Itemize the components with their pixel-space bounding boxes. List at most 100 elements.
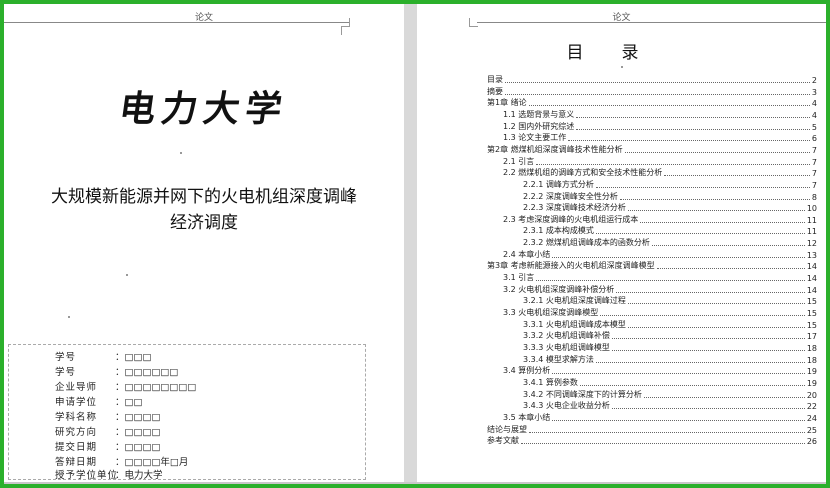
toc-entry[interactable]: 3.4.3 火电企业收益分析 22 [523,400,817,411]
cover-page: 论文 电力大学 大规模新能源并网下的火电机组深度调峰 经济调度 学号 ：□□□ 学… [4,4,404,482]
toc-entry-title: 3.4.1 算例参数 [523,377,578,387]
toc-entry-page: 4 [811,110,817,120]
toc-entry[interactable]: 3.3.3 火电机组调峰模型 18 [523,342,817,353]
toc-entry-page: 18 [806,343,817,353]
toc-entry[interactable]: 2.3.1 成本构成模式 11 [523,225,817,236]
toc-entry[interactable]: 2.3 考虑深度调峰的火电机组运行成本 11 [503,214,817,225]
toc-leader-dots [600,315,805,316]
toc-entry[interactable]: 3.3 火电机组深度调峰模型 15 [503,307,817,318]
toc-entry-page: 11 [806,215,817,225]
toc-entry-title: 3.3.2 火电机组调峰补偿 [523,331,610,341]
toc-entry[interactable]: 第1章 绪论 4 [487,97,817,108]
toc-title: 目录 [566,43,677,63]
toc-entry[interactable]: 3.3.4 模型求解方法 18 [523,354,817,365]
paragraph-mark [68,316,70,318]
toc-entry-page: 15 [806,320,817,330]
toc-entry-title: 3.2.1 火电机组深度调峰过程 [523,296,626,306]
toc-entry-page: 25 [806,425,817,435]
toc-entry[interactable]: 3.3.2 火电机组调峰补偿 17 [523,330,817,341]
toc-entry-page: 4 [811,99,817,109]
toc-leader-dots [552,256,805,258]
toc-entry-page: 12 [806,239,817,249]
toc-entry-title: 2.4 本章小结 [503,249,551,259]
margin-marker [469,18,478,27]
toc-entry[interactable]: 2.3.2 燃煤机组调峰成本的函数分析 12 [523,237,817,248]
toc-entry-page: 18 [806,355,817,365]
toc-leader-dots [521,443,805,445]
toc-entry[interactable]: 3.4 算例分析 19 [503,365,817,376]
toc-leader-dots [576,128,810,130]
toc-leader-dots [528,105,810,107]
toc-entry-title: 结论与展望 [487,424,527,434]
toc-entry-page: 3 [811,87,817,97]
toc-leader-dots [529,431,805,433]
paragraph-mark [126,274,128,276]
toc-leader-dots [505,82,810,83]
toc-leader-dots [616,291,805,293]
toc-entry-title: 第2章 燃煤机组深度调峰技术性能分析 [487,144,623,154]
toc-entry-page: 22 [806,402,817,412]
toc-entry-title: 3.2 火电机组深度调峰补偿分析 [503,284,615,294]
toc-entry-page: 11 [806,227,817,237]
toc-entry-page: 15 [806,309,817,318]
toc-entry[interactable]: 2.2.2 深度调峰安全性分析 8 [523,191,817,202]
toc-entry[interactable]: 第2章 燃煤机组深度调峰技术性能分析 7 [487,144,817,155]
toc-leader-dots [595,186,810,188]
page-gutter [404,4,417,482]
student-info-box: 学号 ：□□□ 学号 ：□□□□□□ 企业导师 ：□□□□□□□□ 申请学位 ：□□ 学… [8,344,366,481]
toc-entry-page: 7 [811,169,817,179]
toc-entry[interactable]: 1.1 选题背景与意义 4 [503,109,817,120]
toc-leader-dots [624,151,810,153]
toc-entry[interactable]: 2.2.3 深度调峰技术经济分析 10 [523,202,817,213]
toc-leader-dots [579,384,805,386]
info-row: 授予学位单位：电力大学 [55,470,163,481]
toc-entry-title: 2.2 燃煤机组的调峰方式和安全技术性能分析 [503,168,663,178]
toc-entry[interactable]: 3.4.2 不同调峰深度下的计算分析 20 [523,389,817,400]
toc-entry-title: 3.4 算例分析 [503,366,551,376]
toc-entry[interactable]: 3.4.1 算例参数 19 [523,377,817,388]
toc-entry-page: 19 [806,378,817,388]
paragraph-mark [621,66,623,68]
info-row: 学号 ：□□□ [55,352,152,363]
toc-entry-page: 26 [806,437,817,447]
toc-entry[interactable]: 2.1 引言 7 [503,156,817,167]
toc-entry[interactable]: 目录 2 [487,74,817,85]
toc-leader-dots [536,280,805,282]
toc-entry-page: 17 [806,332,817,342]
toc-leader-dots [627,326,805,328]
toc-leader-dots [505,93,810,95]
toc-leader-dots [664,175,810,177]
toc-entry-page: 15 [806,297,817,307]
toc-entry[interactable]: 第3章 考虑新能源接入的火电机组深度调峰模型 14 [487,260,817,271]
toc-entry-title: 第3章 考虑新能源接入的火电机组深度调峰模型 [487,261,655,271]
toc-entry[interactable]: 3.2 火电机组深度调峰补偿分析 14 [503,284,817,295]
toc-entry[interactable]: 3.2.1 火电机组深度调峰过程 15 [523,295,817,306]
toc-entry[interactable]: 参考文献 26 [487,435,817,446]
toc-entry-title: 3.5 本章小结 [503,412,551,422]
toc-entry-page: 19 [806,367,817,377]
toc-entry-page: 20 [806,390,817,400]
toc-entry[interactable]: 2.2.1 调峰方式分析 7 [523,179,817,190]
toc-entry-title: 3.4.2 不同调峰深度下的计算分析 [523,389,642,399]
toc-entry[interactable]: 3.5 本章小结 24 [503,412,817,423]
toc-entry-title: 2.1 引言 [503,156,535,166]
toc-entry[interactable]: 1.2 国内外研究综述 5 [503,121,817,132]
thesis-title: 大规模新能源并网下的火电机组深度调峰 经济调度 [4,184,404,236]
toc-leader-dots [611,338,805,340]
toc-entry-title: 参考文献 [487,436,519,446]
toc-entry[interactable]: 3.1 引言 14 [503,272,817,283]
toc-entry[interactable]: 摘要 3 [487,86,817,97]
toc-entry-title: 3.4.3 火电企业收益分析 [523,401,610,411]
toc-leader-dots [552,373,805,375]
toc-entry[interactable]: 3.3.1 火电机组调峰成本模型 15 [523,319,817,330]
toc-entry-page: 10 [806,204,817,214]
toc-entry[interactable]: 2.2 燃煤机组的调峰方式和安全技术性能分析 7 [503,167,817,178]
toc-leader-dots [611,408,805,410]
toc-entry-page: 7 [811,180,817,190]
toc-entry[interactable]: 1.3 论文主要工作 6 [503,132,817,143]
toc-entry-page: 5 [811,122,817,132]
toc-entry[interactable]: 结论与展望 25 [487,424,817,435]
toc-entry-title: 2.2.2 深度调峰安全性分析 [523,191,618,201]
toc-entry-page: 7 [811,145,817,155]
toc-entry[interactable]: 2.4 本章小结 13 [503,249,817,260]
